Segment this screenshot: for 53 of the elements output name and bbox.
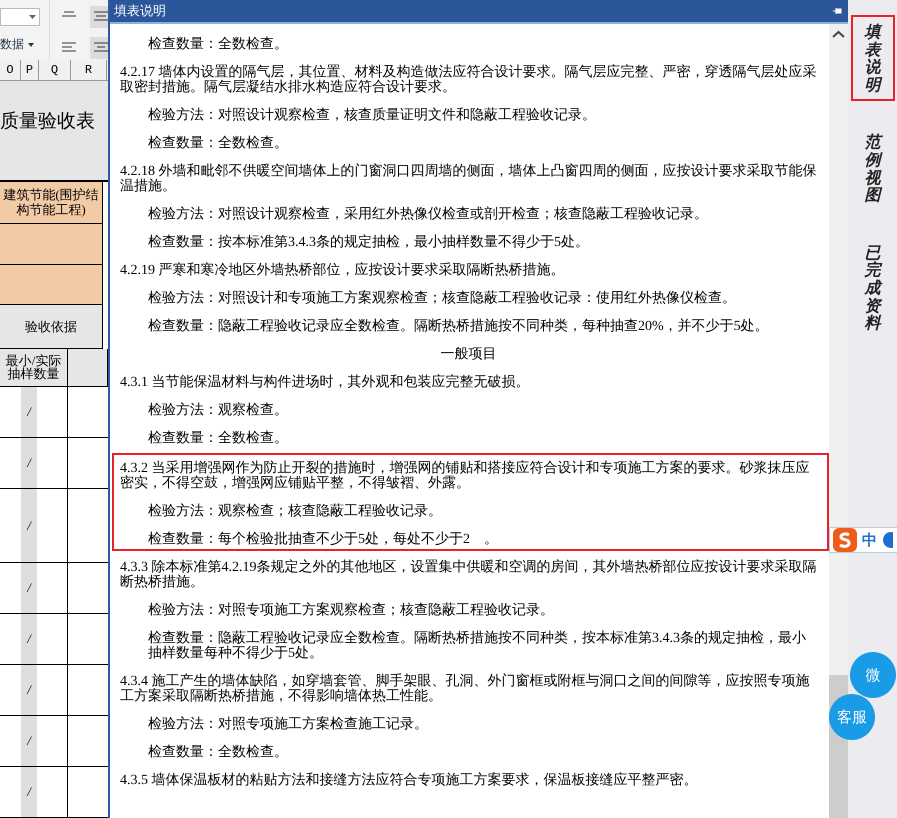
column-header[interactable]: Q — [39, 60, 71, 80]
table-cell: / — [21, 563, 37, 613]
clause-text: 4.3.4 施工产生的墙体缺陷，如穿墙套管、脚手架眼、孔洞、外门窗框或附框与洞口之间的间隙等，应按照专项施工方案采取隔断热桥措施，不得影响墙体热工性能。 — [120, 674, 810, 704]
table-cell: / — [21, 489, 37, 562]
inspection-text: 检验方法：对照设计和专项施工方案观察检查；核查隐蔽工程验收记录：使用红外热像仪检查。 — [147, 291, 737, 306]
section-heading: 一般项目 — [440, 347, 498, 362]
inspection-text: 检验方法：对照设计观察检查，核查质量证明文件和隐蔽工程验收记录。 — [147, 108, 597, 123]
ime-logo-icon[interactable] — [832, 527, 858, 553]
table-cell: / — [21, 387, 37, 437]
column-header[interactable]: O — [0, 60, 21, 80]
data-menu-button[interactable]: 数据 — [0, 36, 24, 53]
side-tab[interactable]: 范例视图 — [850, 125, 894, 212]
column-header-cell: 最小/实际抽样数量 — [0, 349, 68, 386]
pin-icon[interactable] — [833, 7, 842, 15]
side-tab[interactable]: 已完成资料 — [850, 236, 894, 340]
inspection-text: 检查数量：按本标准第3.4.3条的规定抽检，最小抽样数量不得少于5处。 — [147, 235, 590, 250]
category-cell: 建筑节能(围护结构节能工程) — [0, 182, 103, 224]
inspection-text: 检验方法：对照专项施工方案检查施工记录。 — [147, 717, 429, 732]
inspection-text: 检查数量：每个检验批抽查不少于5处，每处不少于2 。 — [147, 532, 499, 547]
table-cell: / — [21, 665, 37, 715]
column-header[interactable]: R — [71, 60, 107, 80]
column-header[interactable]: P — [21, 60, 39, 80]
table-cell: / — [21, 614, 37, 664]
inspection-text: 检验方法：观察检查；核查隐蔽工程验收记录。 — [147, 504, 443, 519]
side-tab[interactable]: 填表说明 — [850, 15, 894, 102]
clause-text: 4.3.5 墙体保温板材的粘贴方法和接缝方法应符合专项施工方案要求，保温板接缝应平整严密。 — [120, 773, 698, 788]
inspection-text: 检查数量：全数检查。 — [147, 37, 289, 52]
inspection-text: 检验方法：对照专项施工方案观察检查；核查隐蔽工程验收记录。 — [147, 603, 555, 618]
inspection-text: 检查数量：全数检查。 — [147, 136, 289, 151]
caret-icon — [28, 42, 34, 46]
table-cell: / — [21, 716, 37, 766]
clause-text: 4.3.2 当采用增强网作为防止开裂的措施时，增强网的铺贴和搭接应符合设计和专项施工方案的要求。砂浆抹压应密实，不得空鼓，增强网应铺贴平整，不得皱褶、外露。 — [120, 461, 810, 491]
caret-icon — [29, 15, 36, 19]
inspection-text: 检查数量：隐蔽工程验收记录应全数检查。隔断热桥措施按不同种类，按本标准第3.4.3条的规定抽检，最小抽样数量每种不得少于5处。 — [147, 631, 807, 661]
inspection-text: 检查数量：全数检查。 — [147, 431, 289, 446]
inspection-text: 检查数量：全数检查。 — [147, 745, 289, 760]
inspection-text: 检验方法：观察检查。 — [147, 403, 289, 418]
align-middle-icon[interactable] — [90, 37, 108, 60]
clause-text: 4.3.1 当节能保温材料与构件进场时，其外观和包装应完整无破损。 — [120, 375, 530, 390]
basis-cell: 验收依据 — [0, 305, 103, 350]
clause-text: 4.2.17 墙体内设置的隔气层，其位置、材料及构造做法应符合设计要求。隔气层应完整、严密，穿透隔气层处应采取密封措施。隔气层凝结水排水构造应符合设计要求。 — [120, 65, 817, 95]
panel-title: 填表说明 — [114, 3, 166, 20]
table-cell: / — [21, 767, 37, 817]
table-cell: / — [21, 438, 37, 488]
clause-text: 4.3.3 除本标准第4.2.19条规定之外的其他地区，设置集中供暖和空调的房间，其外墙热桥部位应按设计要求采取隔断热桥措施。 — [120, 560, 817, 590]
align-center-icon[interactable] — [90, 6, 108, 28]
inspection-text: 检查数量：隐蔽工程验收记录应全数检查。隔断热桥措施按不同种类，每种抽查20%，并不少于5处。 — [147, 319, 770, 334]
ime-toolbar[interactable]: 中 — [829, 527, 897, 553]
ime-mode-text[interactable]: 中 — [862, 530, 877, 550]
inspection-text: 检验方法：对照设计观察检查，采用红外热像仪检查或剖开检查；核查隐蔽工程验收记录。 — [147, 207, 709, 222]
clause-text: 4.2.18 外墙和毗邻不供暖空间墙体上的门窗洞口四周墙的侧面，墙体上凸窗四周的侧面，应按设计要求采取节能保温措施。 — [120, 164, 817, 194]
clause-text: 4.2.19 严寒和寒冷地区外墙热桥部位，应按设计要求采取隔断热桥措施。 — [120, 263, 566, 278]
sheet-title: 质量验收表 — [0, 81, 108, 182]
